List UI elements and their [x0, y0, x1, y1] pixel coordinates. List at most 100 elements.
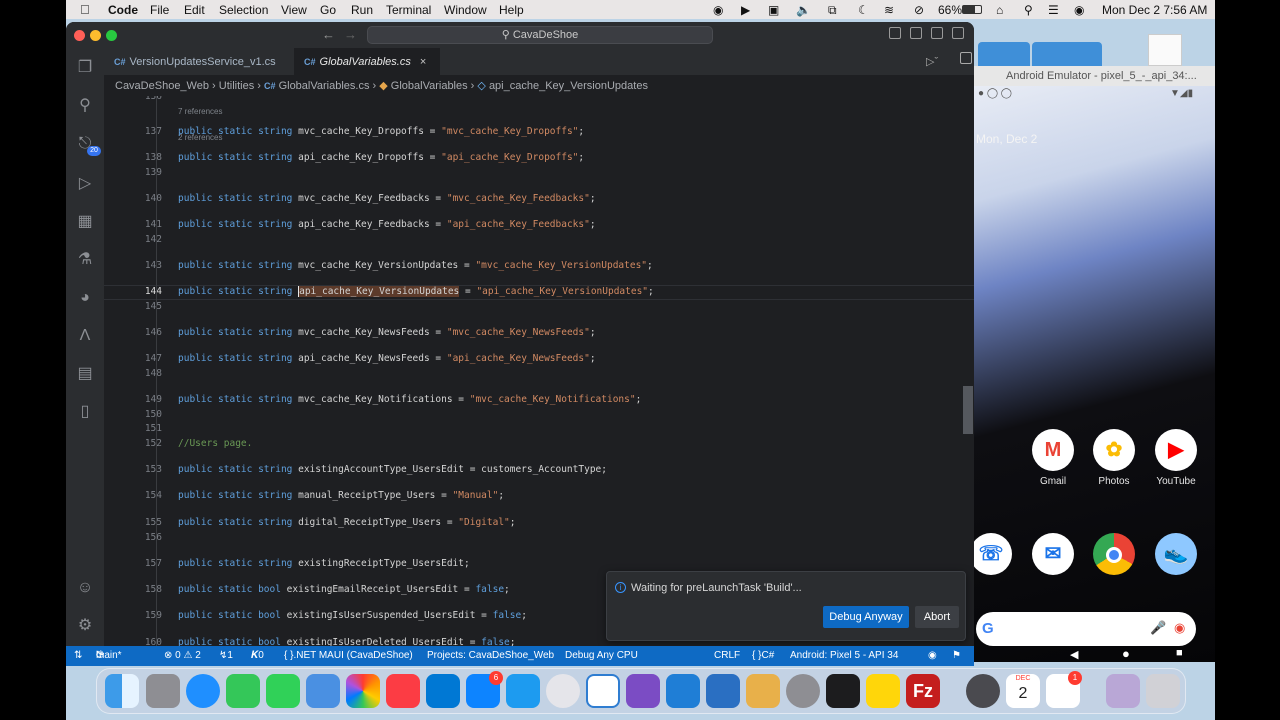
folder-icon[interactable] [978, 42, 1030, 66]
notes-icon[interactable] [866, 674, 900, 708]
system-settings-icon[interactable] [786, 674, 820, 708]
phone-icon[interactable]: ☏ [974, 533, 1012, 575]
abort-button[interactable]: Abort [915, 606, 959, 628]
google-search-bar[interactable]: G 🎤 ◉ [976, 612, 1196, 646]
editor-scrollbar[interactable] [963, 386, 973, 434]
volume-icon[interactable]: 🔈 [796, 3, 811, 17]
problems-status[interactable]: ⊗ 0 ⚠ 2 [164, 646, 201, 666]
remote-icon[interactable]: ▤ [75, 364, 95, 384]
explorer-icon[interactable]: ❐ [75, 58, 95, 78]
build-config-status[interactable]: Debug Any CPU [565, 646, 638, 666]
close-tab-icon[interactable]: × [420, 56, 426, 68]
code-line[interactable]: public static string api_cache_Key_NewsF… [178, 353, 596, 364]
eol-status[interactable]: CRLF [714, 646, 740, 666]
menu-view[interactable]: View [281, 3, 307, 17]
breadcrumb-item[interactable]: CavaDeShoe_Web [115, 80, 209, 92]
projects-status[interactable]: Projects: CavaDeShoe_Web [427, 646, 554, 666]
code-line[interactable]: public static string mvc_cache_Key_NewsF… [178, 327, 596, 338]
tab-globalvariables[interactable]: C# GlobalVariables.cs × [294, 48, 440, 76]
code-line[interactable]: public static string mvc_cache_Key_Versi… [178, 260, 653, 271]
quicktime-icon[interactable] [966, 674, 1000, 708]
branch-status[interactable]: ⎋ main* ⟳ [96, 646, 122, 666]
spotlight-icon[interactable]: ⚲ [1024, 3, 1033, 17]
zoom-window-button[interactable] [106, 30, 117, 41]
menu-file[interactable]: File [150, 3, 169, 17]
menu-edit[interactable]: Edit [184, 3, 205, 17]
screen-mirror-icon[interactable]: ⧉ [828, 3, 837, 18]
mute-icon[interactable]: ⊘ [914, 3, 924, 17]
menu-terminal[interactable]: Terminal [386, 3, 431, 17]
remote-indicator-icon[interactable]: ⇅ [74, 646, 82, 666]
voice-memos-icon[interactable] [826, 674, 860, 708]
cyberduck-icon[interactable] [746, 674, 780, 708]
chrome-icon[interactable] [1093, 533, 1135, 575]
calendar-icon[interactable]: DEC 2 [1006, 674, 1040, 708]
visual-studio-icon[interactable] [626, 674, 660, 708]
toggle-sidebar-icon[interactable] [889, 27, 901, 39]
code-line[interactable]: public static string existingAccountType… [178, 464, 607, 475]
code-line[interactable]: public static bool existingIsUserSuspend… [178, 610, 527, 621]
breadcrumb-item[interactable]: Utilities [219, 80, 254, 92]
display-icon[interactable]: ▣ [768, 3, 779, 17]
breadcrumb-item[interactable]: GlobalVariables [391, 80, 468, 92]
apple-icon[interactable]:  [80, 2, 90, 17]
run-debug-icon[interactable]: ▷ [75, 174, 95, 194]
docker-icon[interactable]: ▯ [75, 402, 95, 422]
vscode-icon[interactable] [666, 674, 700, 708]
nav-recents-icon[interactable]: ■ [1176, 647, 1183, 659]
code-line[interactable]: public static string mvc_cache_Key_Feedb… [178, 193, 596, 204]
menu-help[interactable]: Help [499, 3, 524, 17]
run-icon[interactable]: ▷ˇ [926, 55, 938, 68]
remote-explorer-icon[interactable]: ◕ [75, 288, 95, 308]
codelens-references[interactable]: 7 references [178, 107, 222, 116]
onedrive-icon[interactable] [426, 674, 460, 708]
code-line[interactable]: public static string mvc_cache_Key_Dropo… [178, 126, 584, 137]
tab-versionupdatesservice[interactable]: C# VersionUpdatesService_v1.cs [104, 48, 294, 76]
finder-icon[interactable] [105, 674, 139, 708]
control-center-icon[interactable]: ☰ [1048, 3, 1059, 17]
code-line[interactable]: public static bool existingEmailReceipt_… [178, 584, 510, 595]
menu-app-name[interactable]: Code [108, 3, 138, 17]
battery-icon[interactable] [962, 5, 982, 14]
messages-icon[interactable] [226, 674, 260, 708]
settings-gear-icon[interactable]: ⚙ [75, 616, 95, 636]
debug-anyway-button[interactable]: Debug Anyway [823, 606, 909, 628]
messages-icon[interactable]: ✉ [1032, 533, 1074, 575]
wifi-icon[interactable]: ⌂ [996, 3, 1003, 17]
split-editor-icon[interactable] [960, 52, 972, 64]
mail-icon[interactable] [306, 674, 340, 708]
code-line[interactable]: //Users page. [178, 438, 252, 449]
copilot-icon[interactable]: ◉ [928, 646, 937, 666]
android-studio-icon[interactable] [586, 674, 620, 708]
music-icon[interactable] [386, 674, 420, 708]
code-line[interactable]: public static string manual_ReceiptType_… [178, 490, 504, 501]
minimize-window-button[interactable] [90, 30, 101, 41]
lens-icon[interactable]: ◉ [1174, 620, 1185, 636]
code-line[interactable]: public static string mvc_cache_Key_Notif… [178, 394, 641, 405]
wifi-off-icon[interactable]: ≋ [884, 3, 894, 17]
close-window-button[interactable] [74, 30, 85, 41]
trash-icon[interactable] [1146, 674, 1180, 708]
no-entry-app-icon[interactable] [546, 674, 580, 708]
account-icon[interactable]: ☺ [75, 578, 95, 598]
ports-status[interactable]: ↯ 1 [219, 646, 233, 666]
filezilla-icon[interactable]: Fz [906, 674, 940, 708]
nav-back-icon[interactable]: ◀ [1070, 648, 1078, 661]
code-editor[interactable]: 136 7 references 137 2 references public sta… [104, 96, 974, 646]
clock[interactable]: Mon Dec 2 7:56 AM [1102, 3, 1207, 17]
siri-icon[interactable]: ◉ [1074, 3, 1084, 17]
breadcrumb-item[interactable]: GlobalVariables.cs [279, 80, 370, 92]
gmail-icon[interactable]: M [1032, 429, 1074, 471]
nav-home-icon[interactable]: ● [1122, 646, 1130, 661]
folder-icon[interactable] [1032, 42, 1102, 66]
code-line[interactable]: public static string existingReceiptType… [178, 558, 470, 569]
launchpad-icon[interactable] [146, 674, 180, 708]
safari-icon[interactable] [186, 674, 220, 708]
command-center-search[interactable]: ⚲ CavaDeShoe [367, 26, 713, 44]
toggle-secondary-sidebar-icon[interactable] [931, 27, 943, 39]
back-arrow-icon[interactable]: ← [322, 27, 335, 42]
document-thumbnail-icon[interactable] [1148, 34, 1182, 66]
forward-arrow-icon[interactable]: → [344, 27, 357, 42]
azure-icon[interactable]: Λ [75, 326, 95, 346]
code-line[interactable]: public static string api_cache_Key_Dropo… [178, 152, 584, 163]
